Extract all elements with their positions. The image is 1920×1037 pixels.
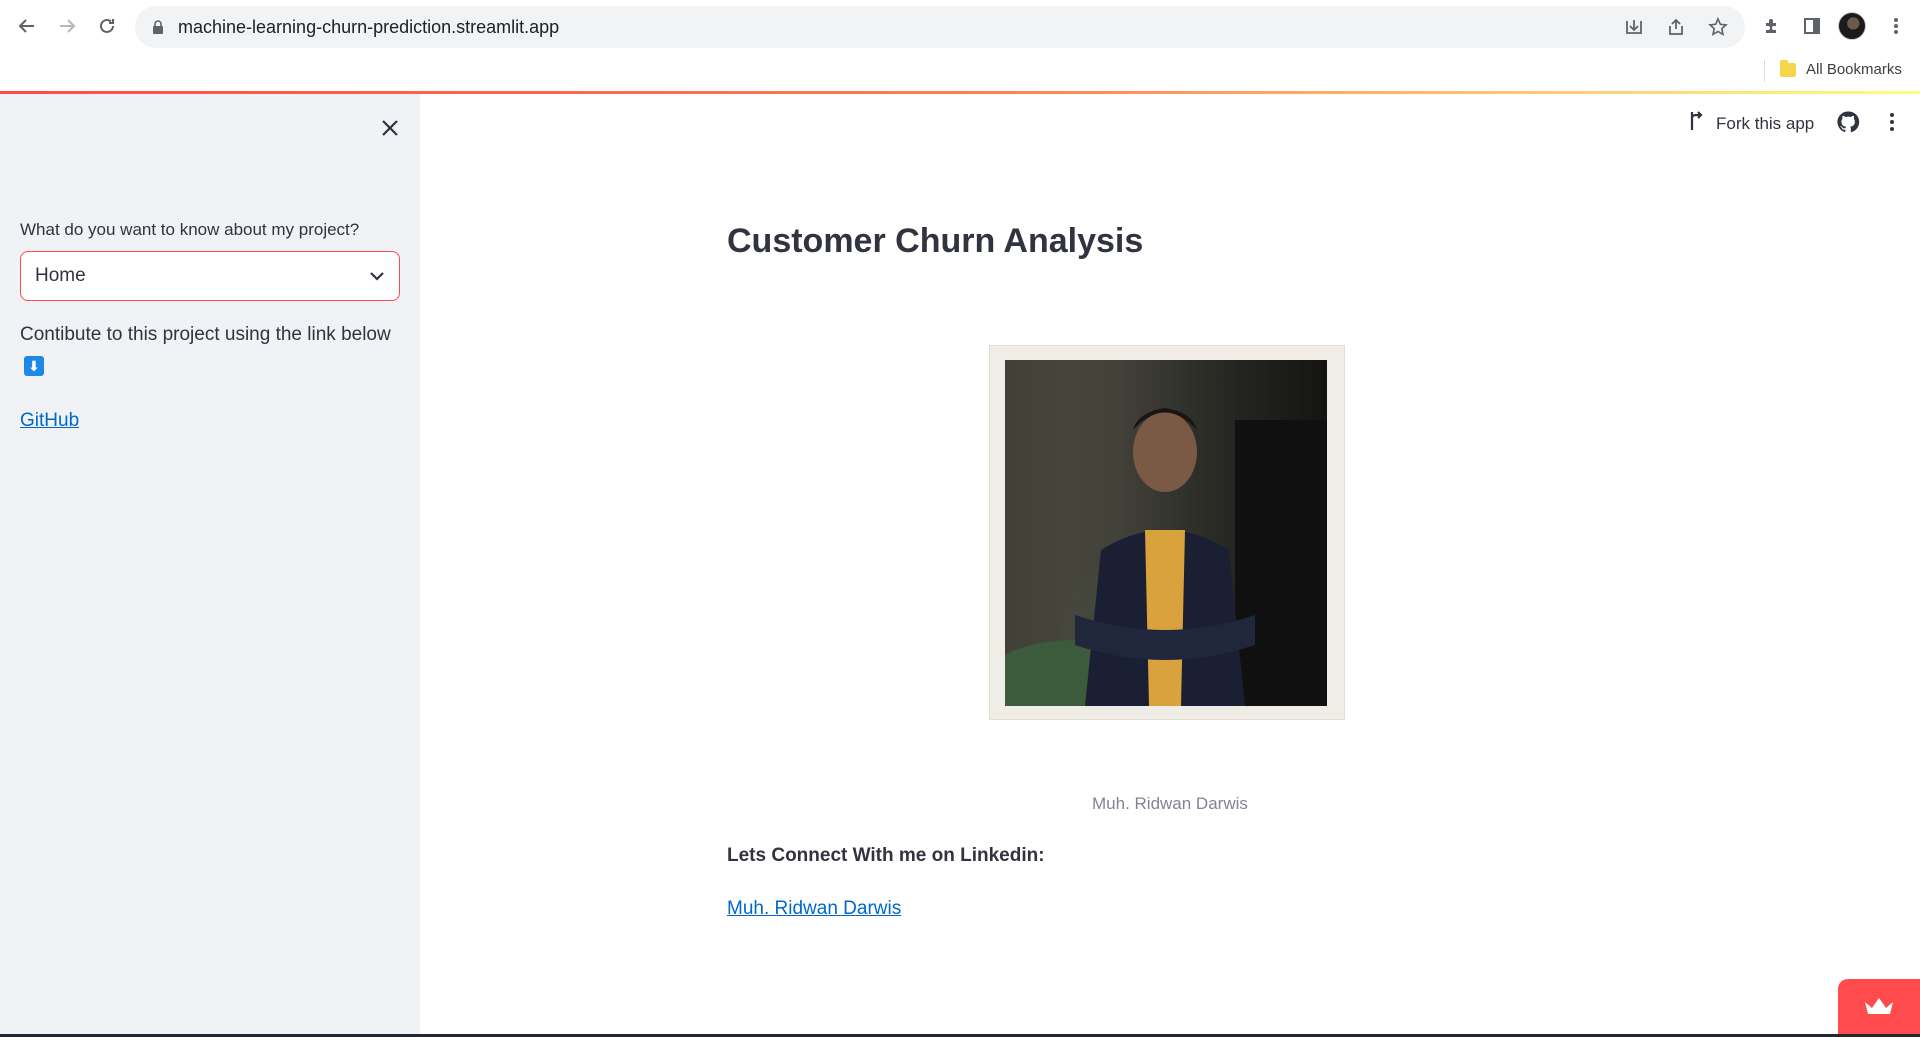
back-arrow-icon[interactable] <box>13 12 41 40</box>
linkedin-link[interactable]: Muh. Ridwan Darwis <box>727 898 901 920</box>
profile-avatar[interactable] <box>1838 12 1866 40</box>
profile-photo <box>990 346 1344 719</box>
all-bookmarks-folder[interactable]: All Bookmarks <box>1780 59 1902 78</box>
bookmark-star-icon[interactable] <box>1705 14 1731 40</box>
image-caption: Muh. Ridwan Darwis <box>1092 794 1248 813</box>
install-app-icon[interactable] <box>1621 14 1647 40</box>
browser-menu-icon[interactable] <box>1882 12 1910 40</box>
connect-text: Lets Connect With me on Linkedin: <box>727 845 1045 866</box>
select-value: Home <box>35 265 86 286</box>
streamlit-badge[interactable] <box>1838 979 1920 1037</box>
forward-arrow-icon[interactable] <box>53 12 81 40</box>
share-icon[interactable] <box>1663 14 1689 40</box>
chevron-down-icon <box>369 265 385 287</box>
down-arrow-emoji-icon: ⬇ <box>24 356 44 376</box>
app-menu-icon[interactable] <box>1880 110 1904 134</box>
close-sidebar-icon[interactable] <box>376 114 404 142</box>
extensions-puzzle-icon[interactable] <box>1758 12 1786 40</box>
fork-icon <box>1688 110 1706 137</box>
lock-icon <box>150 19 166 35</box>
github-icon[interactable] <box>1836 110 1860 134</box>
fork-app-button[interactable]: Fork this app <box>1688 110 1814 137</box>
url-text: machine-learning-churn-prediction.stream… <box>178 16 560 37</box>
project-section-select[interactable]: Home <box>20 251 400 301</box>
side-panel-icon[interactable] <box>1798 12 1826 40</box>
bookmarks-bar: All Bookmarks <box>0 52 1920 92</box>
crown-icon <box>1863 996 1895 1021</box>
all-bookmarks-label: All Bookmarks <box>1806 61 1902 78</box>
folder-icon <box>1780 59 1796 77</box>
fork-label: Fork this app <box>1716 113 1815 133</box>
page-title: Customer Churn Analysis <box>727 222 1144 260</box>
bookmarks-separator <box>1764 60 1765 82</box>
contribute-text: Contibute to this project using the link… <box>20 324 391 345</box>
browser-toolbar: machine-learning-churn-prediction.stream… <box>0 0 1920 52</box>
profile-photo-image <box>1005 360 1327 706</box>
sidebar: What do you want to know about my projec… <box>0 94 420 1037</box>
github-link[interactable]: GitHub <box>20 410 79 432</box>
reload-icon[interactable] <box>93 12 121 40</box>
select-label: What do you want to know about my projec… <box>20 220 360 239</box>
address-bar[interactable]: machine-learning-churn-prediction.stream… <box>135 6 1745 48</box>
